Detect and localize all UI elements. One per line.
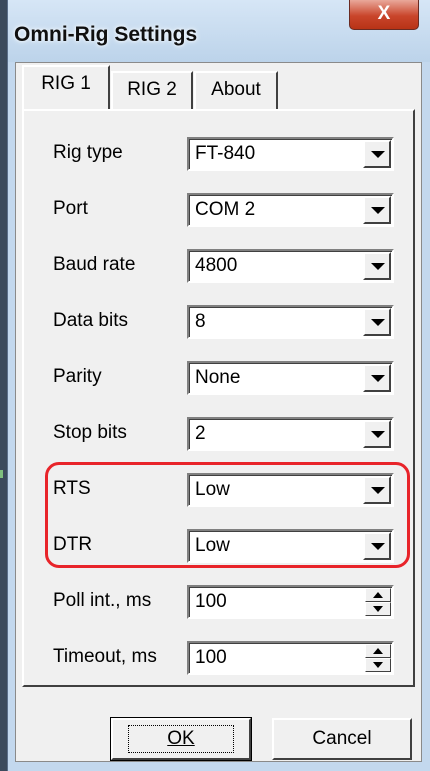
timeout-label: Timeout, ms: [53, 646, 157, 667]
stop-bits-label: Stop bits: [53, 422, 127, 443]
timeout-spinner[interactable]: 100: [187, 641, 394, 675]
dtr-label: DTR: [53, 534, 93, 555]
baud-rate-value: 4800: [195, 255, 238, 276]
chevron-down-icon[interactable]: [363, 364, 391, 392]
dtr-value: Low: [195, 535, 230, 556]
stop-bits-select[interactable]: 2: [187, 417, 394, 451]
poll-int-value: 100: [195, 591, 227, 612]
rts-value: Low: [195, 479, 230, 500]
ok-button-label: OK: [128, 725, 234, 753]
window-bottom-border: [8, 764, 430, 771]
baud-rate-label: Baud rate: [53, 254, 136, 275]
chevron-down-icon[interactable]: [363, 476, 391, 504]
rig-type-value: FT-840: [195, 143, 256, 164]
cancel-button[interactable]: Cancel: [272, 718, 412, 760]
chevron-down-icon[interactable]: [363, 252, 391, 280]
ok-button[interactable]: OK: [110, 717, 252, 761]
cancel-button-label: Cancel: [312, 728, 372, 749]
chevron-down-icon[interactable]: [363, 308, 391, 336]
baud-rate-select[interactable]: 4800: [187, 249, 394, 283]
spinner-buttons: [365, 644, 391, 672]
port-label: Port: [53, 198, 88, 219]
chevron-down-icon[interactable]: [363, 420, 391, 448]
spin-down-icon[interactable]: [365, 658, 391, 672]
chevron-down-icon[interactable]: [363, 196, 391, 224]
spin-up-icon[interactable]: [365, 588, 391, 602]
rts-label: RTS: [53, 478, 91, 499]
settings-window: Omni-Rig Settings X RIG 1 RIG 2 About Ri…: [7, 0, 430, 771]
background-window-edge: [0, 0, 7, 771]
parity-label: Parity: [53, 366, 102, 387]
poll-int-spinner[interactable]: 100: [187, 585, 394, 619]
stop-bits-value: 2: [195, 423, 206, 444]
rts-select[interactable]: Low: [187, 473, 394, 507]
rig-type-select[interactable]: FT-840: [187, 137, 394, 171]
port-select[interactable]: COM 2: [187, 193, 394, 227]
data-bits-value: 8: [195, 311, 206, 332]
chevron-down-icon[interactable]: [363, 532, 391, 560]
tab-about[interactable]: About: [194, 71, 278, 109]
timeout-value: 100: [195, 647, 227, 668]
close-icon: X: [377, 3, 391, 24]
window-title: Omni-Rig Settings: [14, 23, 198, 46]
dtr-select[interactable]: Low: [187, 529, 394, 563]
background-mark: [0, 470, 3, 478]
spinner-buttons: [365, 588, 391, 616]
spin-down-icon[interactable]: [365, 602, 391, 616]
chevron-down-icon[interactable]: [363, 140, 391, 168]
parity-value: None: [195, 367, 241, 388]
data-bits-label: Data bits: [53, 310, 128, 331]
data-bits-select[interactable]: 8: [187, 305, 394, 339]
poll-int-label: Poll int., ms: [53, 590, 152, 611]
tab-rig-1[interactable]: RIG 1: [22, 65, 110, 109]
close-button[interactable]: X: [349, 0, 419, 30]
port-value: COM 2: [195, 199, 256, 220]
parity-select[interactable]: None: [187, 361, 394, 395]
rig-type-label: Rig type: [53, 142, 123, 163]
title-bar[interactable]: Omni-Rig Settings X: [8, 0, 430, 62]
spin-up-icon[interactable]: [365, 644, 391, 658]
tab-rig-2[interactable]: RIG 2: [111, 71, 193, 109]
